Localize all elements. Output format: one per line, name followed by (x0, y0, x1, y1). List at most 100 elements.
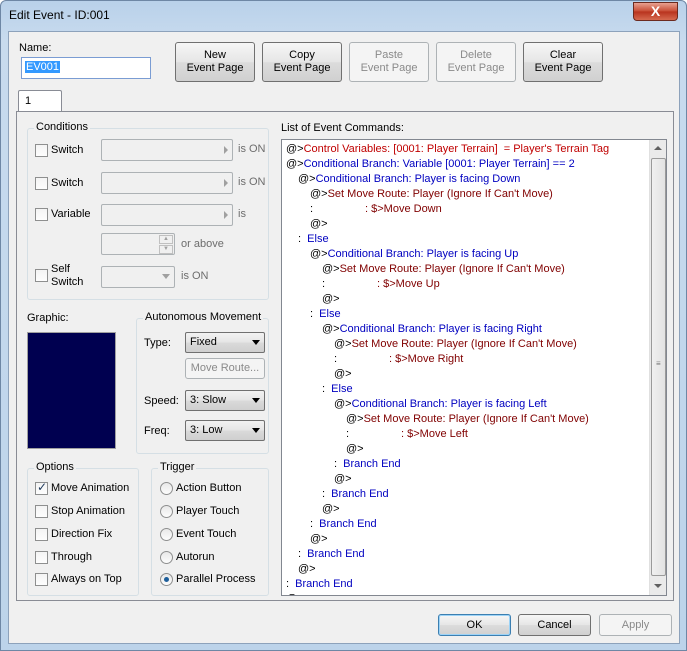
self-switch-dropdown[interactable] (101, 266, 175, 288)
delete-page-line1: Delete (460, 49, 492, 61)
self-switch-checkbox[interactable] (35, 269, 48, 282)
switch2-suffix: is ON (238, 176, 266, 188)
self-switch-label: Self Switch (51, 263, 83, 289)
spin-up-icon[interactable]: ▲ (159, 235, 173, 244)
action-button-radio[interactable] (160, 482, 173, 495)
event-page-panel: Conditions Switch is ON Switch is ON Var… (16, 111, 674, 601)
command-line[interactable]: : : $>Move Down (310, 202, 442, 217)
command-line[interactable]: @>Conditional Branch: Player is facing L… (334, 397, 547, 412)
switch2-checkbox[interactable] (35, 177, 48, 190)
command-line[interactable]: @> (334, 367, 352, 382)
command-line[interactable]: @> (286, 592, 304, 595)
copy-page-line1: Copy (289, 49, 315, 61)
command-line[interactable]: : Else (298, 232, 329, 247)
copy-event-page-button[interactable]: Copy Event Page (262, 42, 342, 82)
switch1-dropdown[interactable] (101, 139, 233, 161)
switch1-suffix: is ON (238, 143, 266, 155)
cancel-button[interactable]: Cancel (518, 614, 591, 636)
self-switch-label-1: Self (51, 263, 70, 275)
cancel-label: Cancel (537, 618, 572, 631)
variable-checkbox[interactable] (35, 208, 48, 221)
command-line[interactable]: : Else (322, 382, 353, 397)
speed-dropdown[interactable]: 3: Slow (185, 390, 265, 411)
chevron-right-icon (224, 179, 228, 187)
command-line[interactable]: : : $>Move Up (322, 277, 440, 292)
command-line[interactable]: @> (334, 472, 352, 487)
command-prefix: @> (298, 173, 316, 185)
command-line[interactable]: @>Set Move Route: Player (Ignore If Can'… (346, 412, 589, 427)
move-route-button[interactable]: Move Route... (185, 358, 265, 379)
command-line[interactable]: @>Control Variables: [0001: Player Terra… (286, 142, 609, 157)
direction-fix-checkbox[interactable] (35, 528, 48, 541)
command-line[interactable]: @> (322, 292, 340, 307)
command-line[interactable]: : Branch End (334, 457, 401, 472)
freq-dropdown[interactable]: 3: Low (185, 420, 265, 441)
clear-event-page-button[interactable]: Clear Event Page (523, 42, 603, 82)
switch2-dropdown[interactable] (101, 172, 233, 194)
command-text: Else (313, 308, 341, 320)
player-touch-label: Player Touch (176, 505, 240, 517)
command-line[interactable]: @>Set Move Route: Player (Ignore If Can'… (322, 262, 565, 277)
scroll-down-icon[interactable] (650, 578, 666, 595)
command-line[interactable]: @>Conditional Branch: Player is facing R… (322, 322, 542, 337)
command-line[interactable]: @>Conditional Branch: Variable [0001: Pl… (286, 157, 575, 172)
name-input[interactable]: EV001 (21, 57, 151, 79)
command-line[interactable]: @>Conditional Branch: Player is facing D… (298, 172, 520, 187)
command-text: Else (301, 233, 329, 245)
scroll-up-icon[interactable] (650, 140, 666, 157)
command-line[interactable]: @> (298, 562, 316, 577)
graphic-preview[interactable] (27, 332, 116, 449)
command-line[interactable]: : Else (310, 307, 341, 322)
apply-button[interactable]: Apply (599, 614, 672, 636)
variable-value-spinner[interactable]: ▲ ▼ (101, 233, 175, 255)
scroll-thumb[interactable]: ≡ (651, 158, 666, 576)
command-line[interactable]: : Branch End (310, 517, 377, 532)
command-line[interactable]: @>Conditional Branch: Player is facing U… (310, 247, 518, 262)
event-touch-radio[interactable] (160, 528, 173, 541)
command-line[interactable]: : Branch End (322, 487, 389, 502)
command-line[interactable]: : Branch End (298, 547, 365, 562)
command-line[interactable]: : : $>Move Right (334, 352, 463, 367)
command-text: : $>Move Left (349, 428, 468, 440)
command-text: Conditional Branch: Player is facing Up (327, 248, 519, 260)
new-event-page-button[interactable]: New Event Page (175, 42, 255, 82)
command-line[interactable]: @> (310, 217, 328, 232)
spin-down-icon[interactable]: ▼ (159, 245, 173, 254)
delete-event-page-button[interactable]: Delete Event Page (436, 42, 516, 82)
player-touch-radio[interactable] (160, 505, 173, 518)
type-dropdown[interactable]: Fixed (185, 332, 265, 353)
parallel-process-radio[interactable] (160, 573, 173, 586)
event-command-list[interactable]: @>Control Variables: [0001: Player Terra… (281, 139, 667, 596)
self-switch-label-2: Switch (51, 276, 84, 288)
command-line[interactable]: @>Set Move Route: Player (Ignore If Can'… (310, 187, 553, 202)
name-label: Name: (19, 42, 52, 54)
through-checkbox[interactable] (35, 551, 48, 564)
event-touch-label: Event Touch (176, 528, 237, 540)
command-line[interactable]: @> (310, 532, 328, 547)
command-line[interactable]: @> (322, 502, 340, 517)
chevron-down-icon (162, 274, 170, 279)
command-prefix: @> (346, 443, 364, 455)
always-on-top-checkbox[interactable] (35, 573, 48, 586)
switch1-checkbox[interactable] (35, 144, 48, 157)
command-text: : $>Move Up (325, 278, 440, 290)
title-bar[interactable]: Edit Event - ID:001 X (1, 1, 686, 31)
command-line[interactable]: @> (346, 442, 364, 457)
close-icon: X (650, 3, 661, 19)
command-line[interactable]: @>Set Move Route: Player (Ignore If Can'… (334, 337, 577, 352)
command-prefix: @> (322, 503, 340, 515)
ok-button[interactable]: OK (438, 614, 511, 636)
chevron-down-icon (252, 427, 260, 433)
vertical-scrollbar[interactable]: ≡ (649, 140, 666, 595)
variable-dropdown[interactable] (101, 204, 233, 226)
move-animation-checkbox[interactable] (35, 480, 48, 495)
close-button[interactable]: X (633, 2, 678, 21)
move-route-label: Move Route... (190, 362, 260, 374)
trigger-title: Trigger (158, 461, 197, 473)
stop-animation-checkbox[interactable] (35, 505, 48, 518)
command-line[interactable]: : : $>Move Left (346, 427, 468, 442)
paste-event-page-button[interactable]: Paste Event Page (349, 42, 429, 82)
autorun-radio[interactable] (160, 551, 173, 564)
tab-page-1[interactable]: 1 (18, 90, 62, 112)
command-line[interactable]: : Branch End (286, 577, 353, 592)
